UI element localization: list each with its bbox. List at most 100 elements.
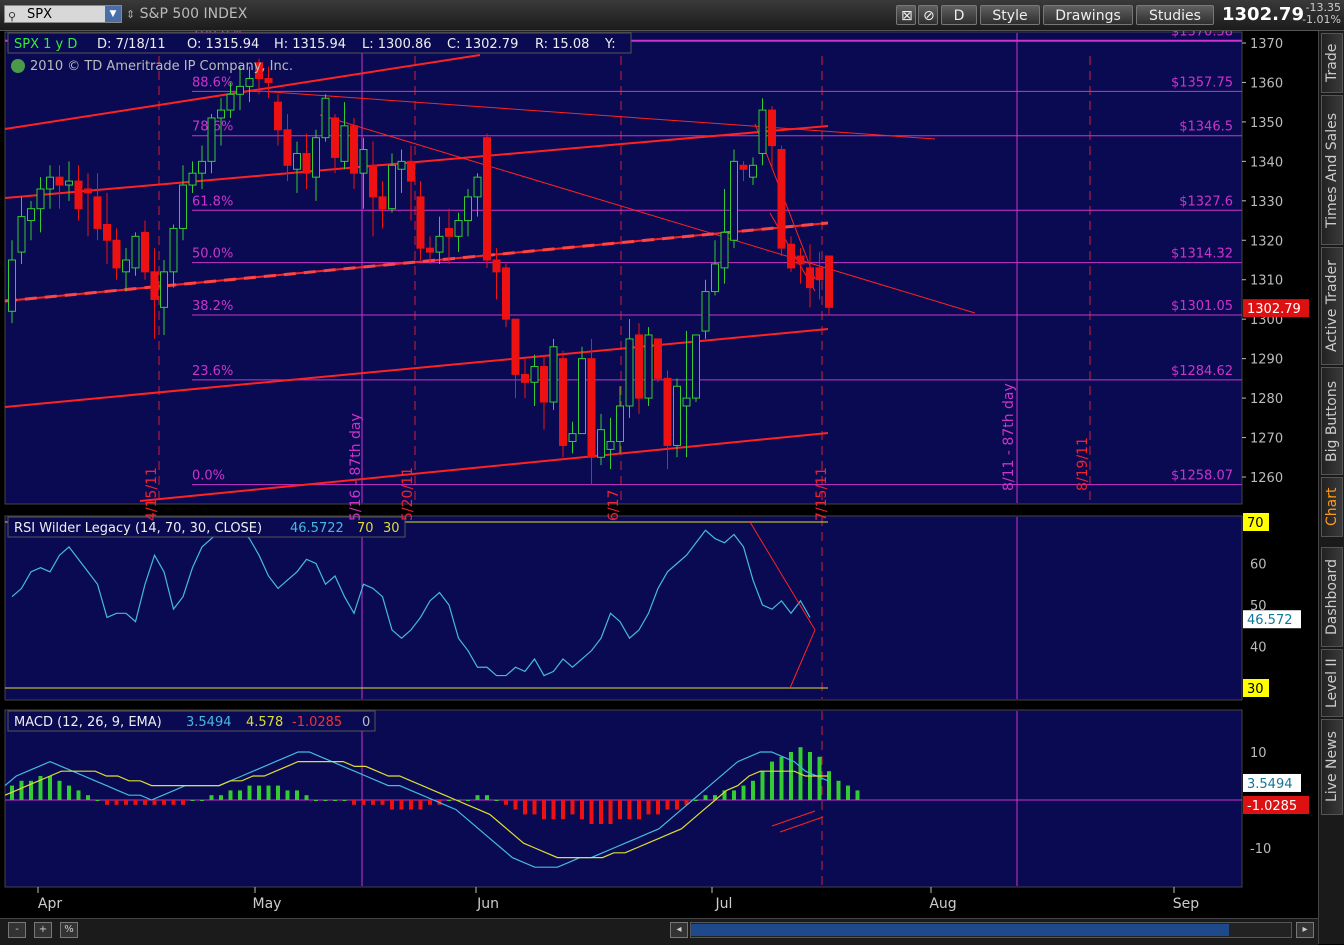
macd-histogram-bar: [86, 795, 90, 800]
candle-body: [739, 164, 748, 170]
rsi-70-label: 70: [1247, 516, 1264, 531]
rsi-current-label: 46.572: [1247, 613, 1293, 628]
y-tick-label: 1270: [1250, 432, 1283, 447]
candle-body: [160, 271, 168, 308]
tab-level-ii[interactable]: Level II: [1321, 649, 1343, 717]
scroll-thumb[interactable]: [691, 924, 1229, 936]
macd-histogram-bar: [181, 800, 185, 805]
macd-histogram-bar: [171, 800, 176, 805]
candle-body: [483, 137, 491, 261]
macd-histogram-bar: [599, 800, 603, 824]
symbol-name: S&P 500 INDEX: [139, 6, 248, 22]
tab-chart[interactable]: Chart: [1321, 477, 1343, 537]
macd-histogram-bar: [779, 756, 784, 800]
macd-histogram-bar: [589, 800, 594, 824]
chart-area[interactable]: 100.0%$1370.5888.6%$1357.7578.6%$1346.56…: [0, 31, 1318, 918]
tab-live-news[interactable]: Live News: [1321, 719, 1343, 815]
candle-body: [606, 440, 615, 450]
x-tick-label: Jul: [715, 896, 733, 912]
header-close: C: 1302.79: [447, 37, 518, 52]
macd-histogram-bar: [551, 800, 556, 820]
scroll-left-icon[interactable]: ◂: [670, 922, 688, 938]
crosshair-icon[interactable]: ⊠: [896, 5, 916, 25]
tab-active-trader[interactable]: Active Trader: [1321, 247, 1343, 365]
candle-body: [283, 129, 292, 166]
macd-header: MACD (12, 26, 9, EMA) 3.5494 4.578 -1.02…: [7, 710, 376, 732]
tab-trade[interactable]: Trade: [1321, 33, 1343, 93]
macd-histogram-bar: [266, 785, 271, 800]
candle-body: [141, 231, 149, 273]
y-tick-label: 1340: [1250, 155, 1283, 170]
chevron-down-icon[interactable]: ▼: [105, 6, 121, 22]
candle-body: [825, 255, 833, 308]
price-change: -13.35 -1.01%: [1297, 2, 1341, 26]
studies-button[interactable]: Studies: [1136, 5, 1214, 25]
fib-price-label: $1357.75: [1171, 75, 1233, 90]
macd-histogram-bar: [513, 800, 518, 810]
macd-histogram-bar: [124, 800, 128, 805]
macd-histogram-bar: [285, 790, 290, 800]
candle-body: [27, 208, 35, 222]
horizontal-scrollbar[interactable]: [690, 922, 1292, 938]
candle-body: [188, 172, 197, 186]
macd-histogram-bar: [561, 800, 565, 820]
y-tick-label: 1360: [1250, 76, 1283, 91]
candle-body: [511, 318, 520, 375]
candle-body: [350, 125, 358, 174]
zoom-out-button[interactable]: -: [8, 922, 26, 938]
macd-histogram-bar: [855, 790, 860, 800]
candle-body: [274, 101, 282, 131]
candle-body: [720, 231, 729, 269]
rsi-tick-label: 40: [1250, 641, 1267, 656]
candle-body: [663, 377, 672, 446]
macd-histogram-bar: [228, 790, 233, 800]
zoom-pct-button[interactable]: %: [60, 922, 78, 938]
candle-body: [207, 117, 216, 162]
macd-histogram-bar: [95, 800, 100, 801]
macd-histogram-bar: [694, 800, 698, 801]
fib-price-label: $1301.05: [1171, 299, 1233, 314]
copyright-text: 2010 © TD Ameritrade IP Company, Inc.: [30, 59, 293, 74]
macd-histogram-bar: [485, 795, 489, 800]
candle-body: [426, 247, 434, 253]
scroll-right-icon[interactable]: ▸: [1296, 922, 1314, 938]
macd-histogram-bar: [304, 795, 309, 800]
drawings-button[interactable]: Drawings: [1043, 5, 1133, 25]
macd-histogram-bar: [532, 800, 537, 815]
y-tick-label: 1310: [1250, 274, 1283, 289]
macd-histogram-bar: [703, 795, 708, 800]
candle-body: [302, 152, 311, 174]
macd-histogram-bar: [247, 785, 252, 800]
candle-body: [492, 259, 501, 273]
macd-diff: -1.0285: [292, 715, 342, 730]
macd-histogram-bar: [19, 780, 24, 800]
candle-body: [777, 149, 786, 249]
candle-body: [226, 93, 235, 111]
macd-histogram-bar: [646, 800, 651, 815]
candle-body: [293, 152, 301, 170]
last-price: 1302.79: [1222, 4, 1304, 25]
macd-histogram-bar: [846, 785, 850, 800]
macd-histogram-bar: [637, 800, 641, 820]
candle-body: [55, 176, 64, 186]
symbol-input[interactable]: ⚲ SPX ▼: [4, 5, 122, 23]
tab-times-and-sales[interactable]: Times And Sales: [1321, 95, 1343, 245]
fib-price-label: $1370.58: [1171, 31, 1233, 40]
candle-body: [730, 160, 738, 241]
macd-histogram-bar: [276, 785, 280, 800]
candle-body: [768, 109, 776, 147]
zoom-in-button[interactable]: +: [34, 922, 52, 938]
candle-body: [616, 405, 624, 442]
tab-dashboard[interactable]: Dashboard: [1321, 547, 1343, 647]
fib-pct-label: 38.2%: [192, 299, 233, 314]
tab-big-buttons[interactable]: Big Buttons: [1321, 367, 1343, 475]
date-marker-label: 5/20/11: [400, 467, 416, 521]
fib-price-label: $1258.07: [1171, 469, 1233, 484]
macd-histogram-bar: [627, 800, 632, 820]
period-button[interactable]: D: [941, 5, 977, 25]
style-button[interactable]: Style: [980, 5, 1040, 25]
cursor-icon[interactable]: ⊘: [918, 5, 938, 25]
candle-body: [65, 180, 73, 186]
candle-body: [473, 176, 482, 198]
fib-pct-label: 88.6%: [192, 75, 233, 90]
